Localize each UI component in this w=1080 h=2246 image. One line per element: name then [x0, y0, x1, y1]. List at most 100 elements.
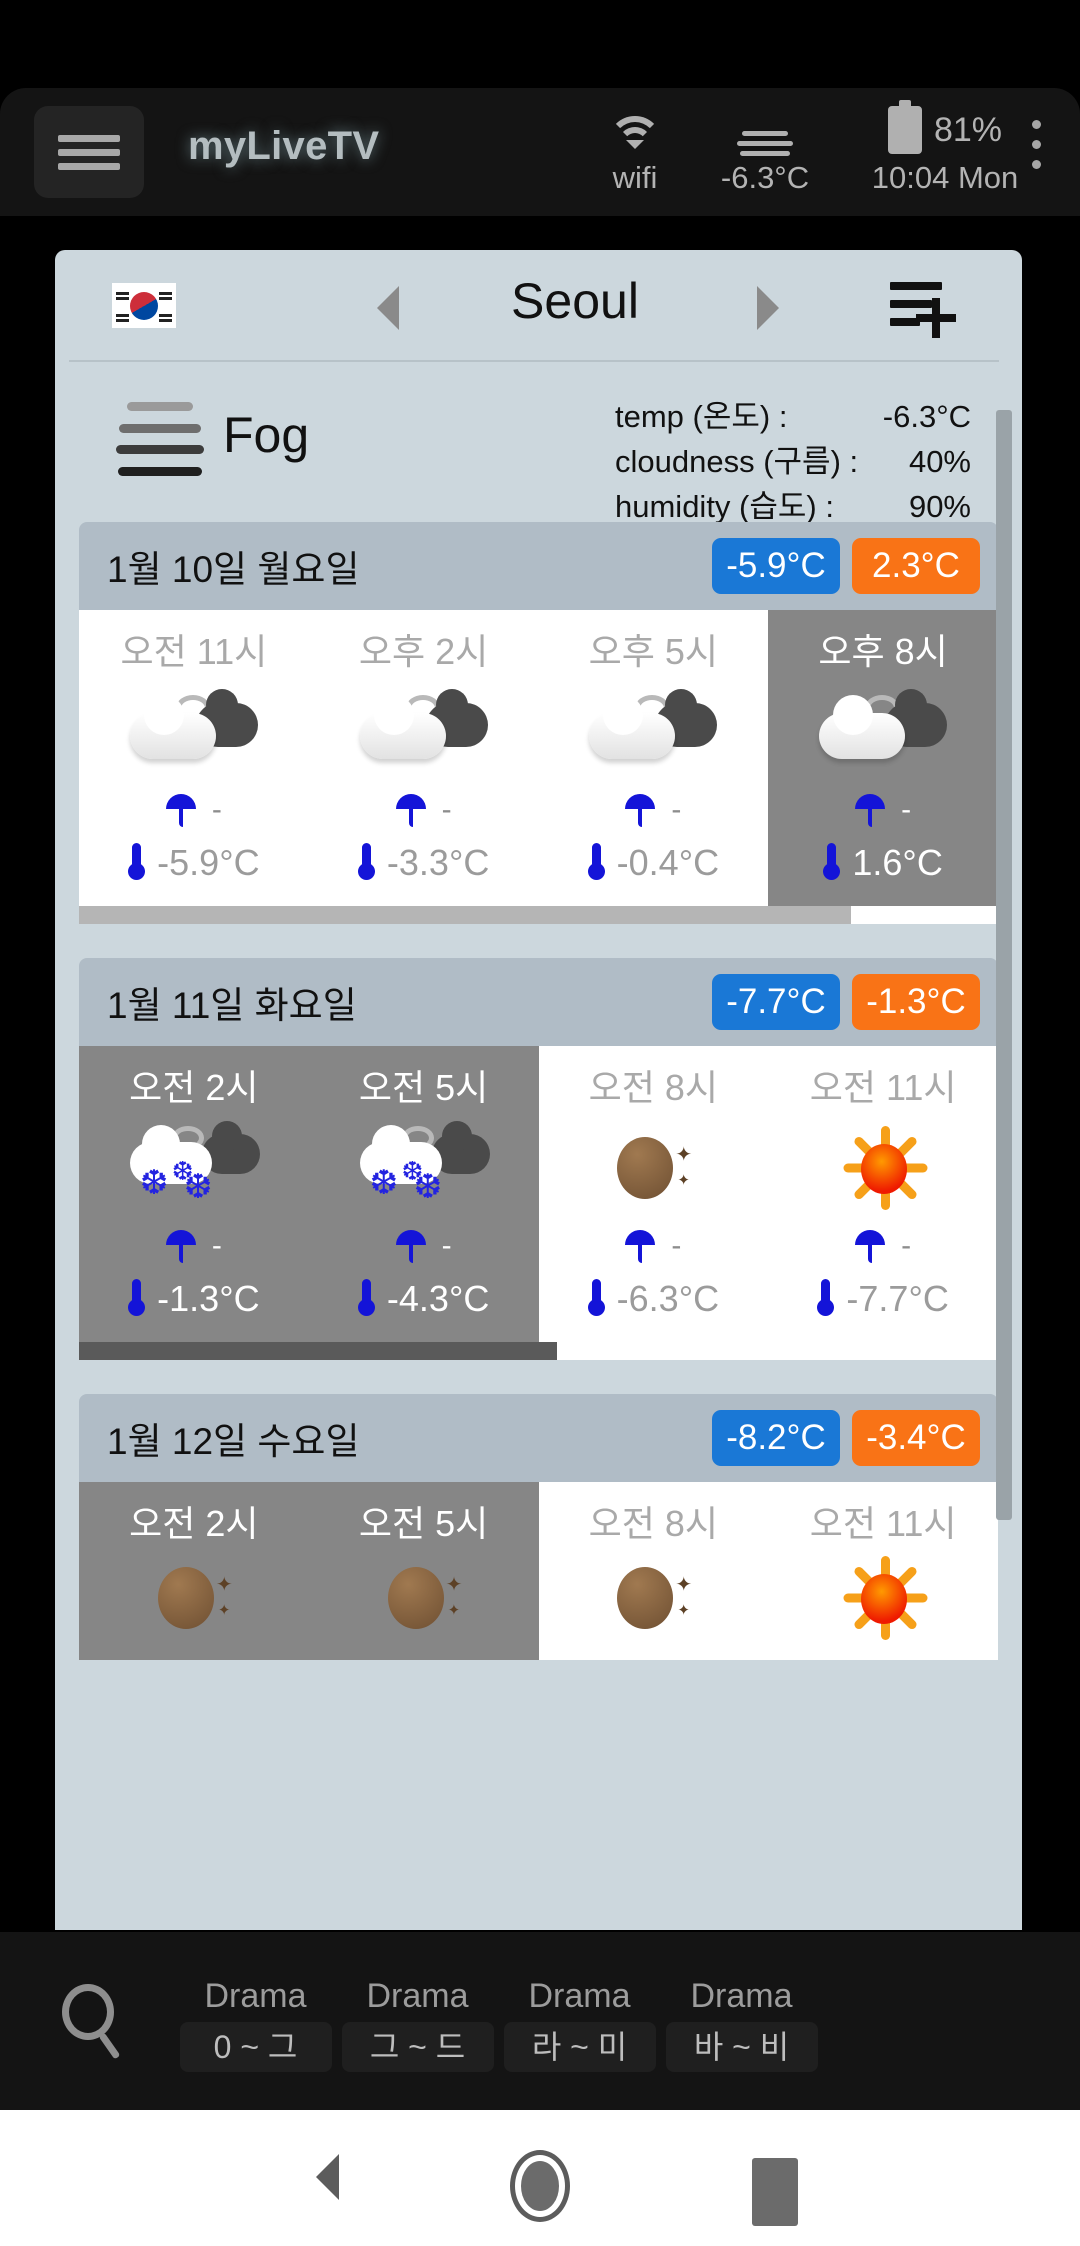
hour-temperature: -6.3°C: [539, 1272, 769, 1326]
temperature-value: -4.3°C: [386, 1278, 490, 1319]
temperature-value: -6.3°C: [616, 1278, 720, 1319]
triangle-right-icon[interactable]: [757, 286, 801, 330]
drama-tab-label: Drama: [690, 1977, 793, 2015]
temperature-value: -7.7°C: [846, 1278, 949, 1319]
hour-temperature: -1.3°C: [79, 1272, 309, 1326]
hour-time: 오후 5시: [588, 631, 719, 672]
moon-icon: ✦ ✦: [79, 1552, 309, 1644]
forecast-day-title: 1월 10일 월요일: [107, 549, 360, 590]
cloud-sun-icon: [79, 680, 309, 784]
thermometer-icon: [817, 1279, 835, 1319]
stat-row: cloudness (구름) : 40%: [615, 439, 971, 484]
hour-cell[interactable]: 오전 2시 ✦ ✦: [79, 1482, 309, 1660]
thermometer-icon: [357, 1279, 375, 1319]
hour-precipitation: -: [768, 1220, 998, 1272]
umbrella-icon: [395, 1228, 426, 1264]
hour-time: 오후 8시: [818, 631, 948, 672]
hourly-scroller[interactable]: 오전 2시 ❆ ❆ ❆ - -1.3°C 오전 5시 ❆ ❆ ❆ - -4.3°C 오전 8시 ✦ ✦ - -6…: [79, 1046, 998, 1360]
snow-cloud-icon: ❆ ❆ ❆: [79, 1116, 309, 1220]
hour-time: 오전 8시: [588, 1503, 719, 1544]
hour-cell[interactable]: 오전 8시 ✦ ✦: [538, 1482, 769, 1660]
hour-temperature: 1.6°C: [768, 836, 998, 890]
thermometer-icon: [128, 1279, 146, 1319]
forecast-day-card: 1월 12일 수요일 -8.2°C -3.4°C 오전 2시 ✦ ✦ 오전 5시 ✦ ✦ 오전 8…: [79, 1394, 998, 1660]
hour-cell[interactable]: 오전 11시 - -7.7°C: [768, 1046, 998, 1342]
thermometer-icon: [357, 843, 375, 883]
forecast-days: 1월 10일 월요일 -5.9°C 2.3°C 오전 11시 - -5.9°C 오후 2시 -…: [55, 522, 1022, 1660]
status-wifi: wifi: [570, 104, 700, 200]
add-to-list-icon[interactable]: [890, 278, 964, 338]
fog-icon: [690, 104, 840, 156]
temperature-value: -0.4°C: [616, 842, 720, 883]
stat-value: 40%: [908, 444, 971, 479]
hour-temperature: -4.3°C: [309, 1272, 539, 1326]
forecast-day-card: 1월 10일 월요일 -5.9°C 2.3°C 오전 11시 - -5.9°C 오후 2시 -…: [79, 522, 998, 924]
hour-time: 오전 2시: [129, 1067, 259, 1108]
precipitation-value: -: [901, 793, 912, 826]
min-temp-badge: -8.2°C: [712, 1410, 840, 1466]
back-triangle-icon[interactable]: [293, 2154, 339, 2200]
forecast-day-temps: -8.2°C -3.4°C: [712, 1410, 980, 1466]
hour-cell[interactable]: 오전 5시 ❆ ❆ ❆ - -4.3°C: [308, 1046, 539, 1342]
temperature-value: -5.9°C: [157, 842, 260, 883]
bottom-nav-bar: Drama 0 ~ 그 Drama 그 ~ 드 Drama 라 ~ 미 Dram…: [0, 1932, 1080, 2110]
thermometer-icon: [823, 843, 841, 883]
precipitation-value: -: [441, 1229, 452, 1262]
hour-time: 오전 11시: [809, 1503, 957, 1544]
horizontal-scrollbar[interactable]: [79, 1342, 998, 1360]
thermometer-icon: [587, 843, 605, 883]
hour-cell[interactable]: 오전 11시: [768, 1482, 998, 1660]
hour-time: 오전 8시: [588, 1067, 719, 1108]
temperature-value: -3.3°C: [386, 842, 490, 883]
horizontal-scrollbar[interactable]: [79, 906, 998, 924]
sun-icon: [768, 1552, 998, 1644]
hour-time: 오전 5시: [358, 1067, 489, 1108]
android-navigation-bar: [0, 2110, 1080, 2246]
triangle-left-icon[interactable]: [355, 286, 399, 330]
weather-header: Seoul: [55, 250, 1022, 362]
hourly-scroller[interactable]: 오전 2시 ✦ ✦ 오전 5시 ✦ ✦ 오전 8시 ✦ ✦ 오전 11시: [79, 1482, 998, 1660]
moon-icon: ✦ ✦: [539, 1552, 769, 1644]
forecast-day-header: 1월 11일 화요일 -7.7°C -1.3°C: [79, 958, 998, 1046]
hour-time: 오후 2시: [358, 631, 489, 672]
hour-cell[interactable]: 오후 5시 - -0.4°C: [538, 610, 769, 906]
hour-cell[interactable]: 오후 8시 - 1.6°C: [768, 610, 998, 906]
scrollbar-thumb[interactable]: [79, 1342, 557, 1360]
hour-precipitation: -: [768, 784, 998, 836]
vertical-scrollbar[interactable]: [996, 410, 1012, 1520]
drama-tab-range: 바 ~ 비: [665, 2022, 818, 2072]
scrollbar-thumb[interactable]: [79, 906, 851, 924]
weather-panel: Seoul Fog temp (온도) : -6.3°C cloudness (…: [55, 250, 1022, 1930]
hamburger-icon-line: [58, 163, 120, 170]
hourly-row: 오전 2시 ❆ ❆ ❆ - -1.3°C 오전 5시 ❆ ❆ ❆ - -4.3°C 오전 8시 ✦ ✦ - -6…: [79, 1046, 998, 1342]
precipitation-value: -: [671, 793, 682, 826]
umbrella-icon: [165, 792, 196, 828]
forecast-day-title: 1월 11일 화요일: [107, 985, 357, 1026]
battery-level: 81%: [933, 110, 1003, 149]
hour-time: 오전 2시: [129, 1503, 259, 1544]
hourly-scroller[interactable]: 오전 11시 - -5.9°C 오후 2시 - -3.3°C 오후 5시 - -0.4°C 오후 …: [79, 610, 998, 924]
hour-precipitation: -: [539, 1220, 769, 1272]
precipitation-value: -: [671, 1229, 682, 1262]
forecast-day-temps: -7.7°C -1.3°C: [712, 974, 980, 1030]
drama-tab-3[interactable]: Drama 바 ~ 비: [634, 1974, 849, 2072]
search-icon[interactable]: [62, 1984, 136, 2060]
hour-cell[interactable]: 오전 8시 ✦ ✦ - -6.3°C: [538, 1046, 769, 1342]
hour-temperature: -7.7°C: [768, 1272, 998, 1326]
hourly-row: 오전 2시 ✦ ✦ 오전 5시 ✦ ✦ 오전 8시 ✦ ✦ 오전 11시: [79, 1482, 998, 1660]
hour-cell[interactable]: 오전 5시 ✦ ✦: [308, 1482, 539, 1660]
hamburger-menu-button[interactable]: [34, 106, 144, 198]
hour-precipitation: -: [79, 784, 309, 836]
scrollbar-track: [79, 1342, 998, 1360]
umbrella-icon: [165, 1228, 196, 1264]
home-circle-icon[interactable]: [510, 2150, 570, 2222]
hour-cell[interactable]: 오후 2시 - -3.3°C: [308, 610, 539, 906]
precipitation-value: -: [211, 793, 222, 826]
hour-cell[interactable]: 오전 2시 ❆ ❆ ❆ - -1.3°C: [79, 1046, 309, 1342]
more-vertical-icon[interactable]: [1016, 120, 1056, 186]
status-weather: -6.3°C: [690, 104, 840, 200]
hour-cell[interactable]: 오전 11시 - -5.9°C: [79, 610, 309, 906]
recents-square-icon[interactable]: [752, 2158, 798, 2226]
south-korea-flag-icon: [112, 283, 176, 328]
forecast-day-header: 1월 12일 수요일 -8.2°C -3.4°C: [79, 1394, 998, 1482]
